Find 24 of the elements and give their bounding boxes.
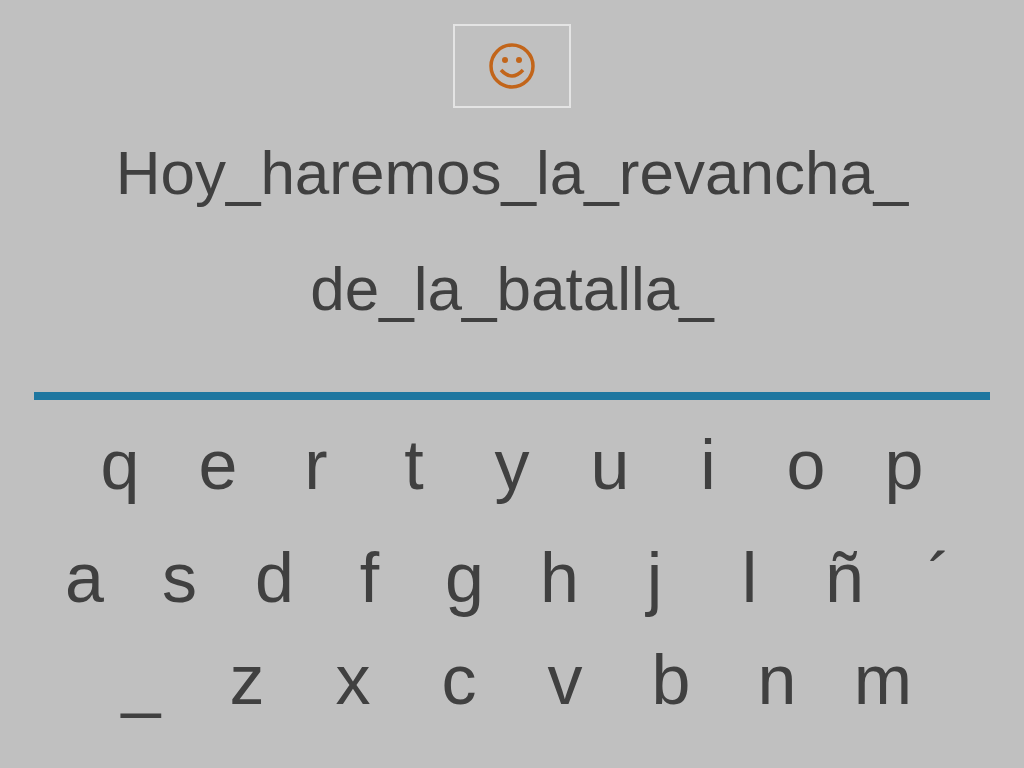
letter-key[interactable]: s (132, 543, 227, 613)
letter-key[interactable]: h (512, 543, 607, 613)
letter-key[interactable]: z (194, 645, 300, 715)
phrase-text: de_la_batalla_ (310, 258, 714, 320)
letter-key[interactable]: u (561, 430, 659, 500)
letter-key[interactable]: ´ (892, 543, 987, 613)
smiley-face-icon (487, 41, 537, 91)
letter-key[interactable]: b (618, 645, 724, 715)
letter-key[interactable]: v (512, 645, 618, 715)
letter-key[interactable]: o (757, 430, 855, 500)
letter-key[interactable]: m (830, 645, 936, 715)
letter-key[interactable]: c (406, 645, 512, 715)
letter-key[interactable]: f (322, 543, 417, 613)
letter-key[interactable]: d (227, 543, 322, 613)
letter-key[interactable]: ñ (797, 543, 892, 613)
letter-key[interactable]: x (300, 645, 406, 715)
letter-key[interactable]: r (267, 430, 365, 500)
letter-key[interactable]: l (702, 543, 797, 613)
smiley-button[interactable] (453, 24, 571, 108)
letter-key[interactable]: t (365, 430, 463, 500)
letter-key[interactable]: a (37, 543, 132, 613)
letter-key[interactable]: e (169, 430, 267, 500)
letter-key[interactable]: i (659, 430, 757, 500)
letter-key[interactable]: n (724, 645, 830, 715)
